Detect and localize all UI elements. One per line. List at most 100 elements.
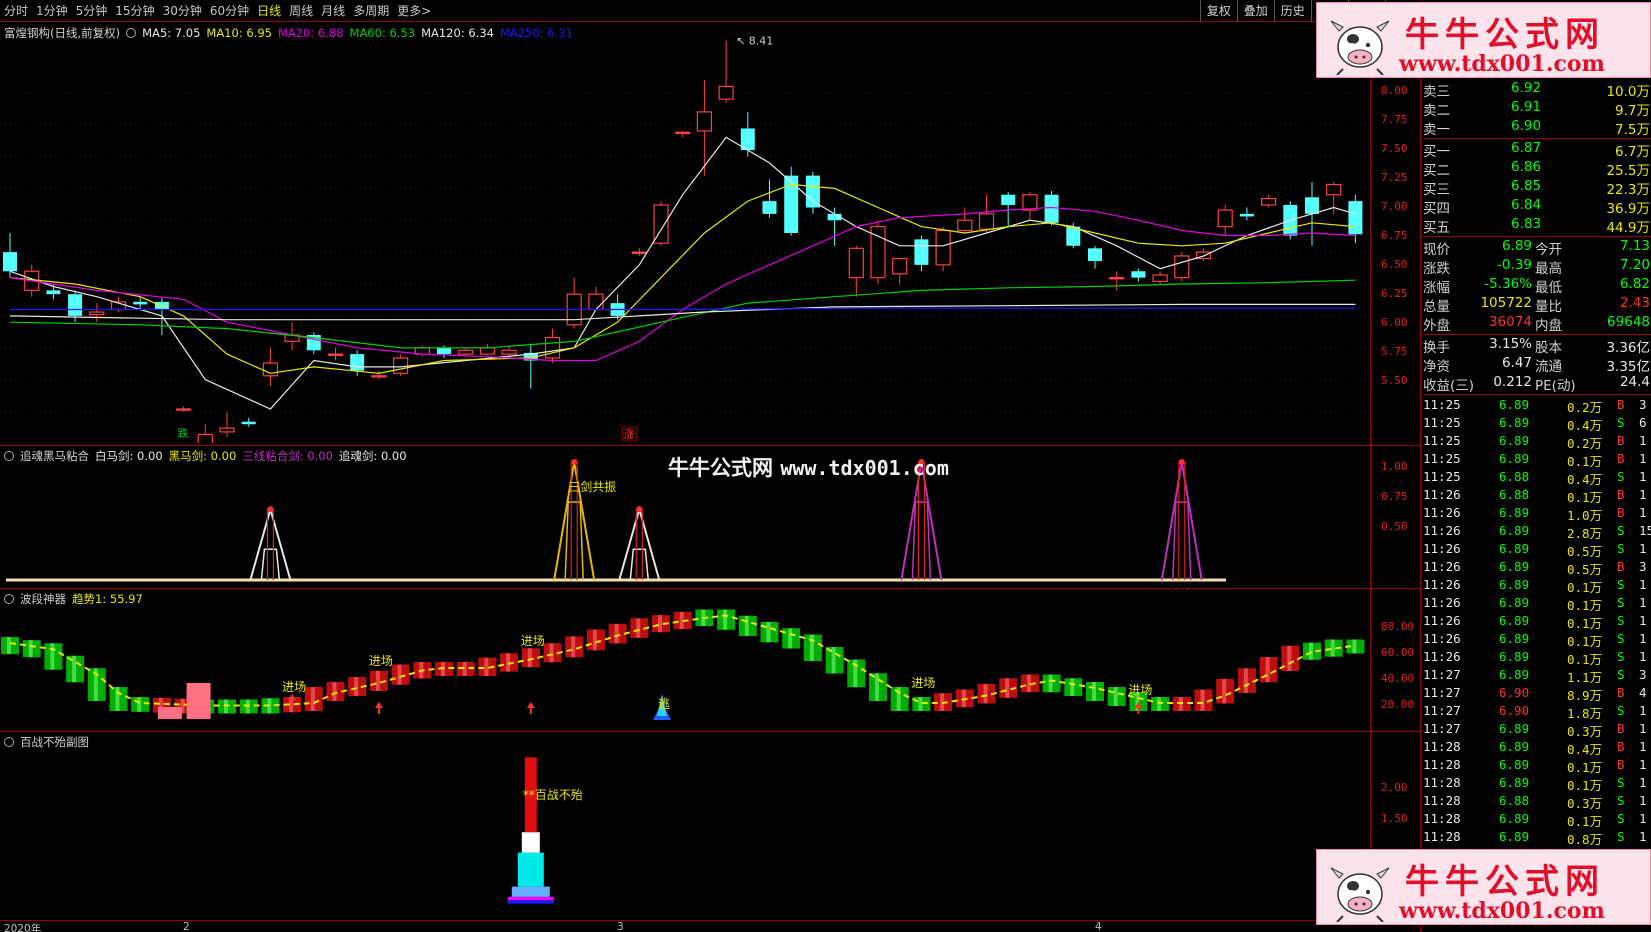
wave-highlight [1092, 682, 1096, 701]
wave-highlight [636, 618, 641, 638]
tick-time: 11:26 [1423, 613, 1461, 628]
tick-count: 1 [1639, 703, 1647, 718]
tick-volume: 0.4万 [1567, 418, 1603, 433]
tool-button[interactable]: 复权 [1199, 0, 1237, 22]
candle-body [133, 301, 148, 305]
period-tab[interactable]: 30分钟 [163, 4, 202, 18]
stat-value: -0.39 [1497, 257, 1532, 273]
tick-price: 6.89 [1499, 433, 1530, 448]
wave-highlight [831, 647, 836, 674]
stat-row: 换手 3.15% 股本 3.36亿 [1421, 336, 1651, 356]
period-tab[interactable]: 15分钟 [115, 4, 154, 18]
wave-highlight [50, 643, 55, 670]
order-volume: 25.5万 [1606, 163, 1650, 179]
main-kline-chart[interactable]: ↖ 8.41← 5.07跌涨 [0, 23, 1370, 443]
y-tick-label: 2.00 [1381, 781, 1408, 794]
period-tab[interactable]: 更多> [397, 4, 431, 18]
watermark-title: 牛牛公式网 [668, 456, 773, 480]
candle-body [978, 213, 995, 230]
stat-row: 现价 6.89 今开 7.13 [1421, 238, 1651, 258]
date-tick: 2020年 [4, 923, 42, 932]
candle-body [1239, 213, 1254, 217]
settings-circle-icon[interactable] [4, 737, 14, 747]
order-volume: 10.0万 [1606, 84, 1650, 100]
settings-circle-icon[interactable] [126, 28, 137, 38]
tick-time: 11:28 [1423, 829, 1461, 844]
tick-side: B [1617, 685, 1625, 700]
order-label: 买三 [1423, 182, 1450, 198]
candle-body [219, 427, 235, 433]
stat-value: 7.20 [1619, 257, 1650, 273]
price-axis-line [1370, 23, 1371, 920]
tick-row: 11:26 6.89 0.5万 B 3 [1421, 559, 1651, 577]
period-tab[interactable]: 1分钟 [36, 4, 68, 18]
period-tab[interactable]: 多周期 [353, 4, 389, 18]
tool-button[interactable]: 历史 [1273, 0, 1311, 22]
order-price: 6.86 [1511, 159, 1542, 175]
sub2-chart[interactable]: 进场进场进场进场 进场逃 [0, 590, 1370, 728]
tick-price: 6.89 [1499, 739, 1530, 754]
rise-tag: 涨 [624, 428, 635, 441]
period-tab[interactable]: 日线 [257, 4, 281, 18]
tick-side: S [1617, 667, 1625, 682]
y-tick-label: 8.00 [1381, 84, 1408, 97]
settings-circle-icon[interactable] [4, 594, 14, 604]
y-tick-label: 1.00 [1381, 460, 1408, 473]
tick-volume: 0.1万 [1567, 454, 1603, 469]
tick-time: 11:27 [1423, 721, 1461, 736]
legend-value: MA20: 6.88 [277, 26, 344, 40]
period-tab[interactable]: 60分钟 [210, 4, 249, 18]
tick-time: 11:26 [1423, 649, 1461, 664]
stat-value: 3.36亿 [1606, 340, 1650, 356]
ma-legend: MA5: 7.05 MA10: 6.95 MA20: 6.88 MA60: 6.53 M… [142, 26, 579, 40]
order-volume: 6.7万 [1615, 144, 1650, 160]
watermark-title: 牛牛公式网 [1405, 15, 1605, 55]
order-book-row: 买三 6.85 22.3万 [1421, 178, 1651, 198]
order-price: 6.83 [1511, 216, 1542, 232]
sub1-annotation: 三剑共振 [568, 479, 616, 494]
stat-value: 3.35亿 [1606, 359, 1650, 375]
candle-body [3, 252, 17, 272]
period-tab[interactable]: 月线 [321, 4, 345, 18]
watermark-url: www.tdx001.com [1399, 51, 1605, 77]
tick-side: B [1617, 739, 1625, 754]
y-tick-label: 7.00 [1381, 200, 1408, 213]
y-tick-label: 7.25 [1381, 171, 1408, 184]
tick-side: B [1617, 721, 1625, 736]
stat-value: 6.47 [1501, 355, 1532, 371]
tick-volume: 0.3万 [1567, 796, 1603, 811]
sub3-chart[interactable]: **百战不殆 [0, 733, 1370, 920]
divider [1421, 334, 1651, 335]
candle-body [68, 294, 83, 316]
tick-time: 11:26 [1423, 487, 1461, 502]
tool-button[interactable]: 叠加 [1236, 0, 1274, 22]
fall-tag: 跌 [178, 426, 189, 440]
wave-highlight [506, 653, 511, 672]
tick-price: 6.89 [1499, 829, 1530, 844]
tick-side: B [1617, 757, 1625, 772]
wave-highlight [1070, 678, 1075, 696]
period-tab[interactable]: 5分钟 [76, 4, 108, 18]
tick-price: 6.89 [1499, 541, 1530, 556]
y-tick-label: 0.75 [1381, 490, 1408, 503]
stat-row: 涨幅 -5.36% 最低 6.82 [1421, 276, 1651, 296]
period-tab[interactable]: 分时 [4, 4, 28, 18]
candle-body [1348, 201, 1363, 235]
tick-side: S [1617, 415, 1625, 430]
candle-body [1022, 194, 1038, 211]
y-tick-label: 7.75 [1381, 113, 1408, 126]
tick-row: 11:26 6.89 2.8万 S 15 [1421, 523, 1651, 541]
candle-body [718, 85, 734, 100]
order-price: 6.90 [1511, 118, 1542, 134]
period-tab[interactable]: 周线 [289, 4, 313, 18]
settings-circle-icon[interactable] [4, 451, 14, 461]
signal-peak-inner [911, 501, 932, 581]
candle-body [241, 421, 256, 425]
order-price: 6.84 [1511, 197, 1542, 213]
wave-highlight [788, 628, 793, 649]
tick-volume: 0.1万 [1567, 490, 1603, 505]
panel-separator [0, 445, 1420, 446]
candle-body [914, 239, 929, 265]
escape-label: 逃 [658, 697, 670, 711]
tick-side: S [1617, 613, 1625, 628]
